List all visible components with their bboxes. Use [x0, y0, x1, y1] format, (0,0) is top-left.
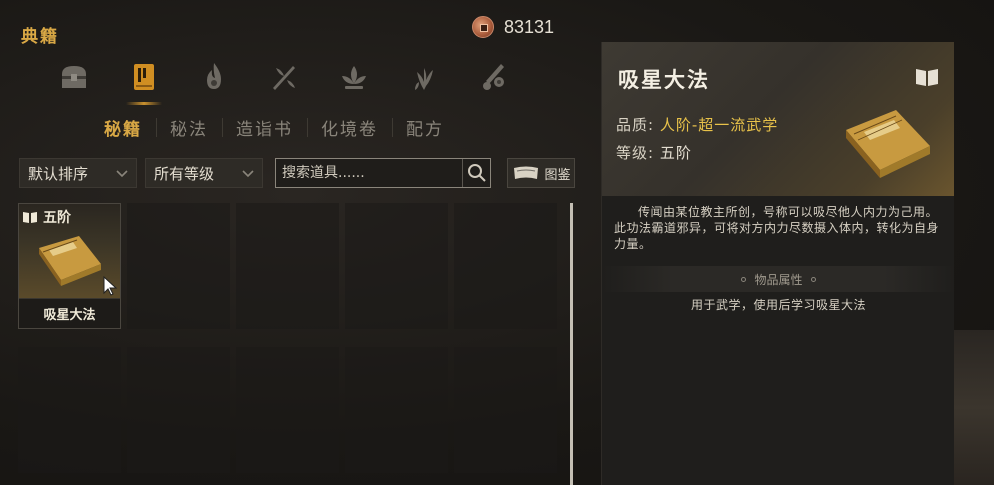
sort-dropdown[interactable]: 默认排序 — [19, 158, 137, 188]
item-tier-label: 五阶 — [43, 210, 71, 226]
tab-mastery-book[interactable]: 造诣书 — [222, 115, 307, 140]
category-herb-icon[interactable] — [400, 53, 448, 101]
item-name: 吸星大法 — [19, 298, 120, 328]
category-crossed-weapon-icon[interactable] — [260, 53, 308, 101]
background-rock — [954, 330, 994, 485]
tab-secret-method[interactable]: 秘法 — [156, 115, 222, 140]
detail-panel: 吸星大法 品质: 人阶-超一流武学 等级: 五阶 传闻由某位教主所创，号称可以吸… — [601, 42, 955, 485]
currency-value: 83131 — [504, 16, 555, 37]
grade-label: 等级: — [616, 144, 655, 162]
scroll-icon — [514, 166, 539, 179]
copper-coin-icon — [472, 16, 494, 38]
empty-slot — [345, 347, 448, 473]
atlas-button[interactable]: 图鉴 — [507, 158, 575, 188]
tab-recipe[interactable]: 配方 — [392, 115, 458, 140]
category-chest-icon[interactable] — [50, 53, 98, 101]
quality-row: 品质: 人阶-超一流武学 — [616, 114, 778, 135]
ornament-dot-icon — [741, 276, 747, 282]
tab-secret-manual[interactable]: 秘籍 — [90, 115, 156, 140]
filter-bar: 默认排序 所有等级 图鉴 — [19, 158, 575, 188]
attributes-header-label: 物品属性 — [754, 272, 803, 287]
empty-slot — [236, 203, 339, 329]
empty-slot — [236, 347, 339, 473]
search-input[interactable] — [276, 159, 462, 187]
detail-header: 吸星大法 品质: 人阶-超一流武学 等级: 五阶 — [602, 42, 954, 196]
search-icon — [467, 164, 486, 182]
empty-slot — [127, 347, 230, 473]
empty-slot — [127, 203, 230, 329]
ornament-dot-icon — [810, 276, 816, 282]
category-lotus-icon[interactable] — [330, 53, 378, 101]
search-button[interactable] — [462, 159, 490, 187]
empty-slot — [345, 203, 448, 329]
item-description: 传闻由某位教主所创，号称可以吸尽他人内力为己用。此功法霸道邪异，可将对方内力尽数… — [614, 205, 940, 251]
empty-slot — [454, 203, 557, 329]
grade-row: 等级: 五阶 — [616, 142, 692, 163]
manual-book-image — [39, 236, 101, 286]
manual-book-image — [846, 110, 930, 178]
attributes-header: 物品属性 — [602, 266, 955, 292]
scrollbar[interactable] — [570, 203, 573, 485]
detail-title: 吸星大法 — [618, 67, 710, 92]
attributes-text: 用于武学，使用后学习吸星大法 — [690, 298, 866, 312]
category-flame-icon[interactable] — [190, 53, 238, 101]
item-card[interactable]: 五阶 吸星大法 — [18, 203, 121, 329]
item-thumbnail: 五阶 — [19, 204, 120, 298]
chevron-down-icon — [116, 170, 128, 178]
empty-slot — [454, 347, 557, 473]
scrollbar-thumb[interactable] — [570, 203, 573, 485]
grade-dropdown-label: 所有等级 — [154, 164, 215, 183]
cursor-icon — [103, 276, 118, 296]
item-grid: 五阶 吸星大法 — [18, 203, 570, 485]
quality-value: 人阶-超一流武学 — [659, 116, 779, 134]
tab-transcendence-scroll[interactable]: 化境卷 — [307, 115, 392, 140]
sort-dropdown-label: 默认排序 — [28, 164, 89, 183]
atlas-button-label: 图鉴 — [544, 167, 571, 183]
book-icon — [916, 69, 938, 86]
item-tier: 五阶 — [23, 207, 71, 227]
empty-slot — [18, 347, 121, 473]
category-scroll-book-icon[interactable] — [120, 53, 168, 105]
currency-display: 83131 — [472, 14, 554, 40]
quality-label: 品质: — [616, 116, 655, 134]
grade-dropdown[interactable]: 所有等级 — [145, 158, 263, 188]
category-sword-gourd-icon[interactable] — [470, 53, 518, 101]
search-box — [275, 158, 491, 188]
page-title: 典籍 — [21, 27, 59, 47]
grade-value: 五阶 — [659, 144, 692, 162]
subtab-bar: 秘籍 秘法 造诣书 化境卷 配方 — [90, 110, 458, 144]
book-icon — [23, 212, 37, 223]
chevron-down-icon — [242, 170, 254, 178]
category-bar — [50, 52, 518, 105]
